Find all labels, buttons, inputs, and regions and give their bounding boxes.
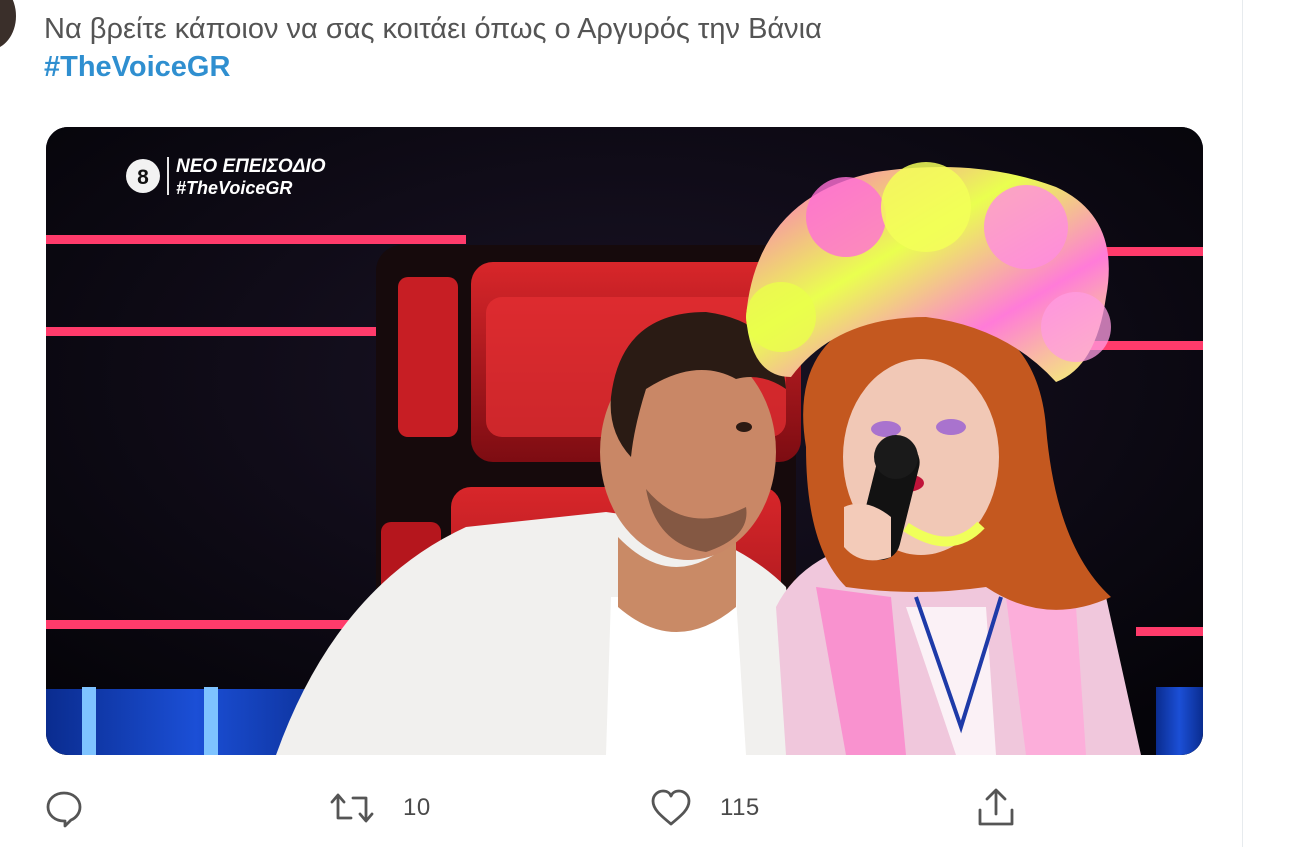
share-icon (978, 788, 1014, 826)
channel-badge-number: 8 (137, 166, 149, 189)
author-avatar[interactable] (0, 0, 16, 50)
share-button[interactable] (974, 785, 1046, 831)
retweet-button[interactable]: 10 (329, 785, 431, 831)
tweet-text: Να βρείτε κάποιον να σας κοιτάει όπως ο … (44, 10, 1224, 86)
reply-icon (46, 791, 82, 828)
like-button[interactable]: 115 (650, 785, 760, 831)
tweet-body: Να βρείτε κάποιον να σας κοιτάει όπως ο … (44, 13, 822, 45)
overlay-hashtag: #TheVoiceGR (176, 178, 292, 198)
video-still-illustration: 8 ΝΕΟ ΕΠΕΙΣΟΔΙΟ #TheVoiceGR (46, 127, 1203, 755)
tweet-media-image[interactable]: 8 ΝΕΟ ΕΠΕΙΣΟΔΙΟ #TheVoiceGR (46, 127, 1203, 755)
reply-button[interactable] (44, 785, 112, 831)
timeline-divider (1242, 0, 1243, 847)
tweet-actions: 10 115 (0, 785, 1240, 835)
like-count: 115 (720, 794, 760, 821)
overlay-title: ΝΕΟ ΕΠΕΙΣΟΔΙΟ (176, 156, 326, 177)
heart-icon (651, 789, 691, 826)
neon-stripe (46, 235, 466, 244)
hashtag-link[interactable]: #TheVoiceGR (44, 48, 1224, 86)
retweet-icon (330, 793, 374, 823)
retweet-count: 10 (403, 794, 431, 821)
